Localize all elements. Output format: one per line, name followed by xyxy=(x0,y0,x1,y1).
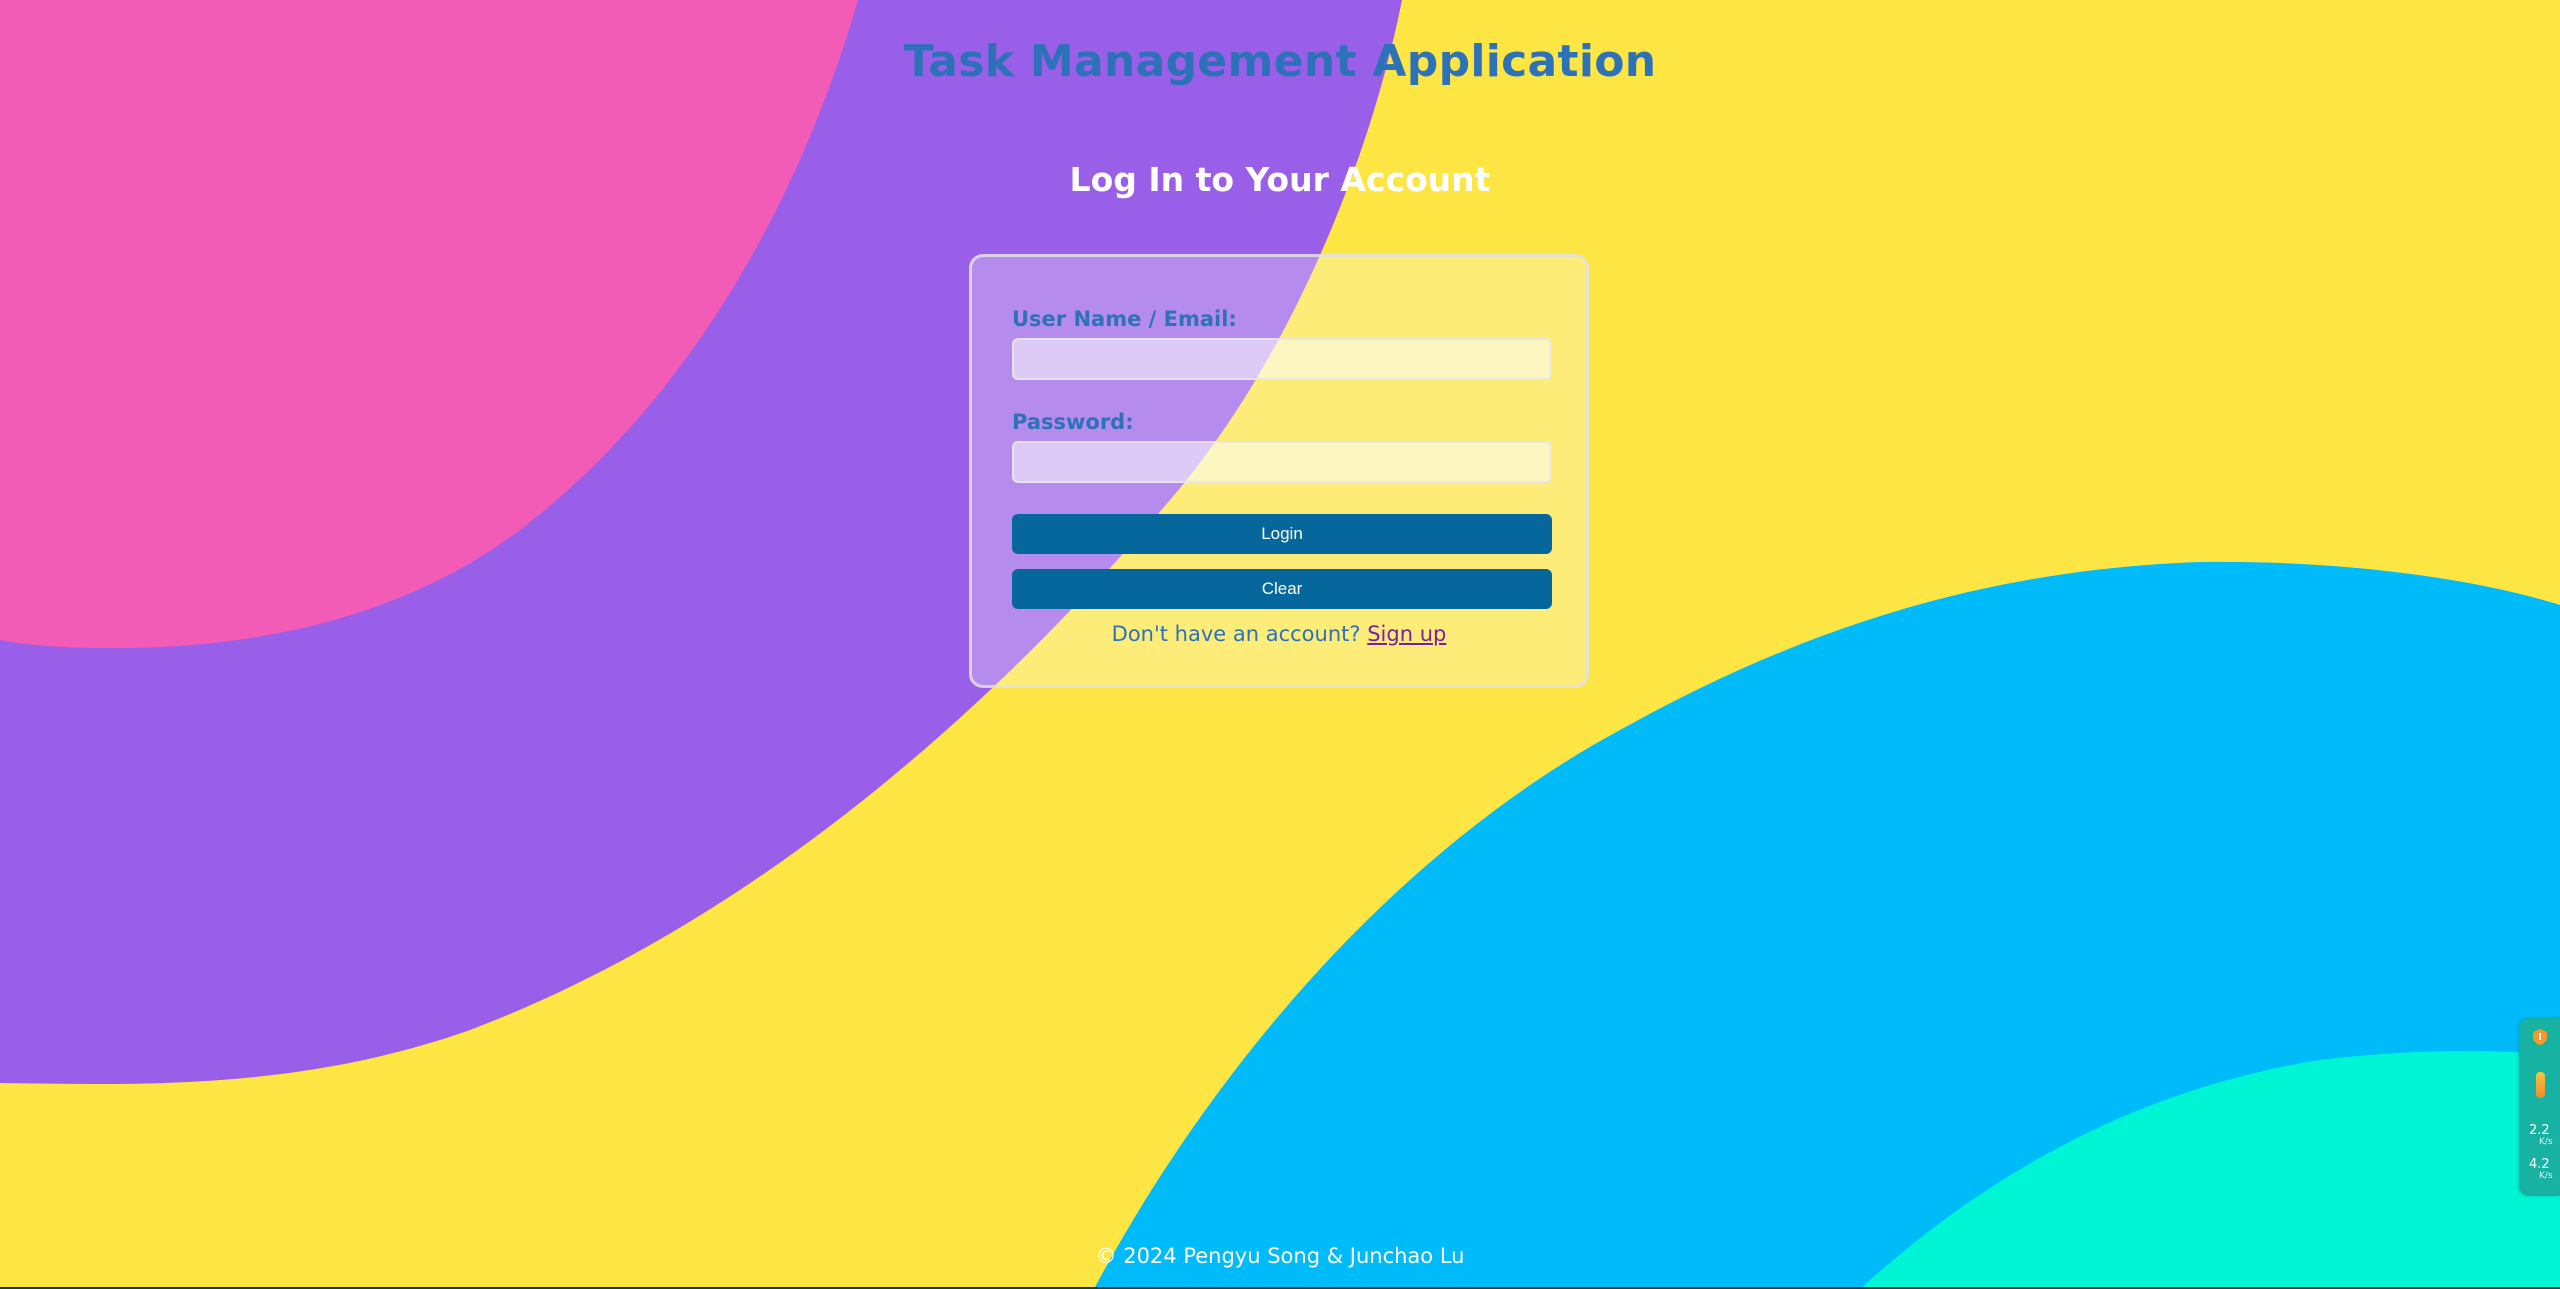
signup-row: Don't have an account? Sign up xyxy=(972,622,1586,646)
download-speed: 4.2 xyxy=(2529,1157,2550,1172)
page-background: Task Management Application Log In to Yo… xyxy=(0,0,2560,1289)
usage-bar-icon xyxy=(2536,1072,2545,1098)
upload-unit: K/s xyxy=(2539,1137,2553,1147)
shield-icon xyxy=(2533,1029,2547,1045)
clear-button[interactable]: Clear xyxy=(1012,569,1552,609)
password-label: Password: xyxy=(1012,410,1134,434)
app-title: Task Management Application xyxy=(903,36,1657,87)
footer-copyright: © 2024 Pengyu Song & Junchao Lu xyxy=(1095,1244,1465,1268)
password-input[interactable] xyxy=(1012,441,1552,483)
download-unit: K/s xyxy=(2539,1171,2553,1181)
username-label: User Name / Email: xyxy=(1012,307,1237,331)
login-button[interactable]: Login xyxy=(1012,514,1552,554)
login-card: User Name / Email: Password: Login Clear… xyxy=(969,254,1589,688)
login-heading: Log In to Your Account xyxy=(1069,160,1491,199)
signup-link[interactable]: Sign up xyxy=(1367,622,1446,646)
signup-prompt: Don't have an account? xyxy=(1111,622,1361,646)
upload-speed: 2.2 xyxy=(2529,1123,2550,1138)
username-input[interactable] xyxy=(1012,338,1552,380)
network-speed-widget[interactable]: 2.2 K/s 4.2 K/s xyxy=(2519,1018,2560,1196)
